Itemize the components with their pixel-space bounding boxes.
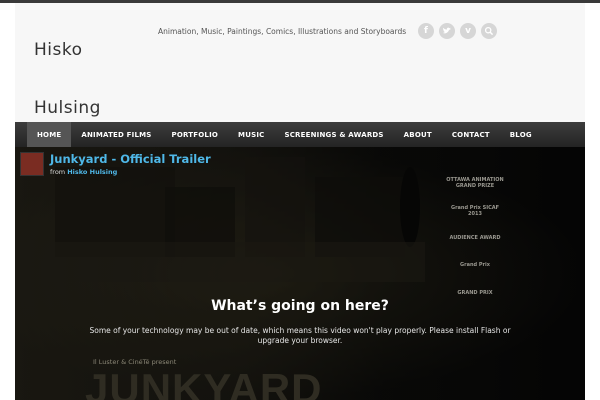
video-title-link[interactable]: Junkyard - Official Trailer bbox=[50, 152, 211, 166]
laurel-audience: AUDIENCE AWARD bbox=[449, 235, 501, 241]
video-header: Junkyard - Official Trailer from Hisko H… bbox=[20, 152, 211, 176]
site-title-line1: Hisko bbox=[34, 40, 83, 60]
twitter-icon[interactable] bbox=[439, 23, 455, 39]
poster-film-title: JUNKYARD bbox=[85, 365, 323, 400]
nav-item-home[interactable]: HOME bbox=[27, 122, 72, 147]
author-avatar[interactable] bbox=[20, 152, 44, 176]
nav-item-animated-films[interactable]: ANIMATED FILMS bbox=[71, 122, 161, 147]
site-tagline: Animation, Music, Paintings, Comics, Ill… bbox=[158, 27, 407, 36]
laurel-grand-prix: Grand Prix bbox=[460, 262, 490, 268]
video-byline: from Hisko Hulsing bbox=[50, 168, 211, 176]
nav-item-portfolio[interactable]: PORTFOLIO bbox=[162, 122, 228, 147]
author-link[interactable]: Hisko Hulsing bbox=[67, 168, 117, 176]
search-icon[interactable] bbox=[481, 23, 497, 39]
laurel-grand-prix-2: GRAND PRIX bbox=[457, 290, 493, 296]
nav-item-music[interactable]: MUSIC bbox=[228, 122, 274, 147]
site-title-link[interactable]: Hisko Hulsing bbox=[34, 21, 144, 137]
unsupported-message-text: Some of your technology may be out of da… bbox=[89, 326, 511, 345]
nav-item-screenings-awards[interactable]: SCREENINGS & AWARDS bbox=[274, 122, 393, 147]
main-nav: HOME ANIMATED FILMS PORTFOLIO MUSIC SCRE… bbox=[15, 122, 585, 147]
vimeo-icon[interactable]: v bbox=[460, 23, 476, 39]
laurel-ottawa: OTTAWA ANIMATION GRAND PRIZE bbox=[446, 177, 504, 189]
nav-item-blog[interactable]: BLOG bbox=[500, 122, 542, 147]
laurel-sicaf: Grand Prix SICAF 2013 bbox=[450, 205, 500, 217]
video-player[interactable]: Junkyard - Official Trailer from Hisko H… bbox=[15, 147, 585, 400]
nav-item-about[interactable]: ABOUT bbox=[394, 122, 442, 147]
social-links: f v bbox=[418, 23, 497, 39]
nav-item-contact[interactable]: CONTACT bbox=[442, 122, 500, 147]
byline-prefix: from bbox=[50, 168, 66, 176]
unsupported-message-title: What’s going on here? bbox=[211, 298, 389, 314]
site-header: Hisko Hulsing Animation, Music, Painting… bbox=[15, 3, 585, 122]
facebook-icon[interactable]: f bbox=[418, 23, 434, 39]
